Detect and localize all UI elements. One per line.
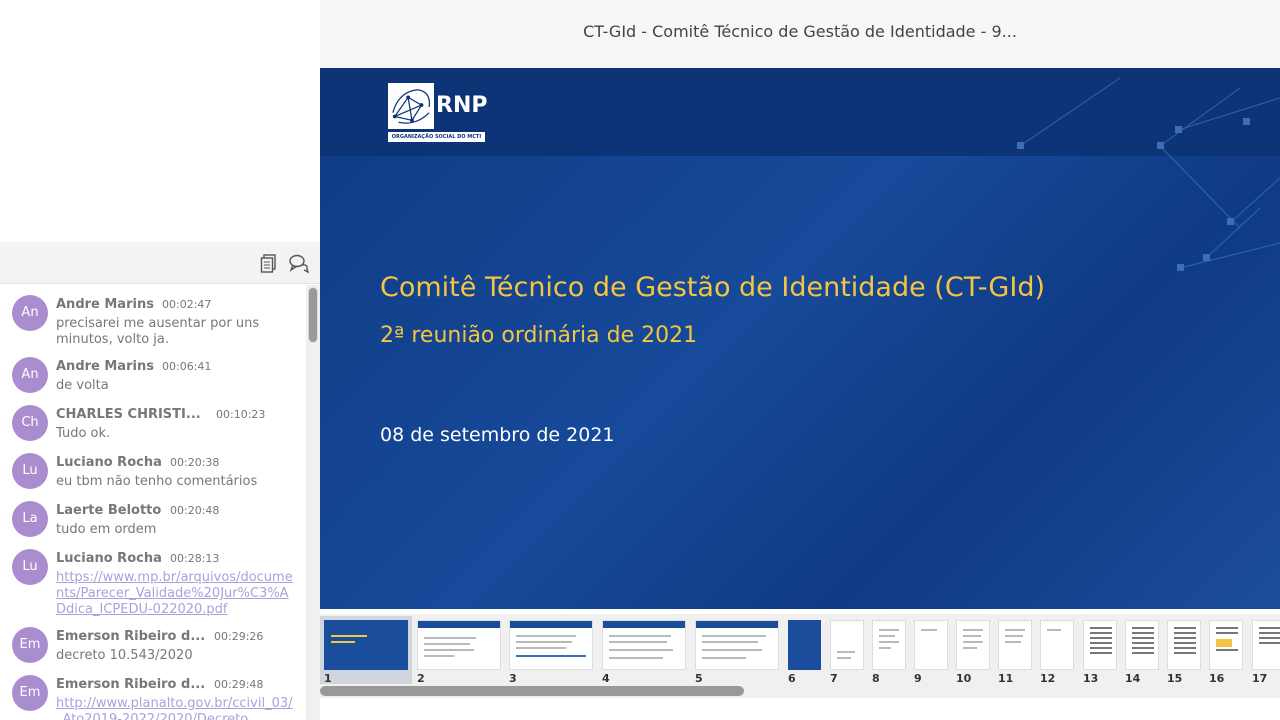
message-link[interactable]: https://www.mp.br/arquivos/documents/Par…	[56, 570, 296, 618]
slide-thumbnail[interactable]	[509, 620, 593, 670]
chat-message: Em Emerson Ribeiro d... 00:29:26 decreto…	[0, 625, 306, 669]
network-decoration-icon	[1017, 77, 1280, 271]
slide-thumbnail[interactable]	[998, 620, 1032, 670]
chat-message: La Laerte Belotto 00:20:48 tudo em ordem	[0, 499, 306, 543]
sender-name: Andre Marins	[56, 359, 154, 374]
avatar: La	[12, 501, 48, 537]
slide-subtitle: 2ª reunião ordinária de 2021	[380, 323, 698, 348]
slide-thumbnail[interactable]	[1167, 620, 1201, 670]
slide-thumbnail[interactable]	[914, 620, 948, 670]
message-time: 00:06:41	[162, 360, 212, 373]
message-time: 00:29:48	[214, 678, 264, 691]
rnp-emblem-icon	[388, 83, 434, 129]
avatar: An	[12, 357, 48, 393]
copy-icon[interactable]	[258, 252, 280, 274]
sender-name: Luciano Rocha	[56, 455, 162, 470]
sender-name: Andre Marins	[56, 297, 154, 312]
chat-scrollbar-thumb[interactable]	[308, 287, 318, 343]
app-window: An Andre Marins 00:02:47 precisarei me a…	[0, 0, 1280, 720]
chat-message: Em Emerson Ribeiro d... 00:29:48 http://…	[0, 673, 306, 720]
avatar: Lu	[12, 453, 48, 489]
slide-thumbnail[interactable]	[830, 620, 864, 670]
message-text: decreto 10.543/2020	[56, 648, 193, 663]
left-panel: An Andre Marins 00:02:47 precisarei me a…	[0, 0, 320, 720]
slide-thumbnail[interactable]	[695, 620, 779, 670]
rnp-logo: RNP ORGANIZAÇÃO SOCIAL DO MCTI	[388, 83, 488, 143]
avatar: Ch	[12, 405, 48, 441]
chat-message: An Andre Marins 00:02:47 precisarei me a…	[0, 293, 306, 351]
message-time: 00:10:23	[216, 408, 266, 421]
current-slide: RNP ORGANIZAÇÃO SOCIAL DO MCTI Comitê Té…	[320, 68, 1280, 609]
message-time: 00:28:13	[170, 552, 220, 565]
slide-thumbnail[interactable]	[324, 620, 408, 670]
slide-thumbnail[interactable]	[1083, 620, 1117, 670]
slide-thumbnail[interactable]	[872, 620, 906, 670]
thumbnail-scrollbar[interactable]	[320, 684, 1280, 698]
message-text: tudo em ordem	[56, 522, 157, 537]
slide-thumbnail[interactable]	[788, 620, 821, 670]
webcam-area	[0, 0, 320, 242]
message-time: 00:20:38	[170, 456, 220, 469]
message-link[interactable]: http://www.planalto.gov.br/ccivil_03/_At…	[56, 696, 296, 720]
chat-bubbles-icon[interactable]	[288, 252, 310, 274]
bottom-strip	[320, 698, 1280, 720]
slide-thumbnail[interactable]	[417, 620, 501, 670]
sender-name: Luciano Rocha	[56, 551, 162, 566]
avatar: Lu	[12, 549, 48, 585]
message-time: 00:29:26	[214, 630, 264, 643]
avatar: Em	[12, 627, 48, 663]
slide-thumbnail[interactable]	[1209, 620, 1243, 670]
slide-date: 08 de setembro de 2021	[380, 424, 615, 446]
logo-text: RNP	[436, 93, 488, 118]
chat-message: Lu Luciano Rocha 00:20:38 eu tbm não ten…	[0, 451, 306, 495]
sender-name: Emerson Ribeiro d...	[56, 677, 206, 692]
sender-name: Emerson Ribeiro d...	[56, 629, 206, 644]
slide-title: Comitê Técnico de Gestão de Identidade (…	[380, 272, 1045, 303]
avatar: Em	[12, 675, 48, 711]
message-text: eu tbm não tenho comentários	[56, 474, 258, 489]
message-text: precisarei me ausentar por uns minutos, …	[56, 316, 260, 347]
slide-thumbnail[interactable]	[1040, 620, 1074, 670]
chat-message: Lu Luciano Rocha 00:28:13 https://www.mp…	[0, 547, 306, 623]
chat-scrollbar[interactable]	[306, 285, 320, 720]
message-text: de volta	[56, 378, 109, 393]
chat-message: An Andre Marins 00:06:41 de volta	[0, 355, 306, 399]
presentation-title-bar: CT-GId - Comitê Técnico de Gestão de Ide…	[320, 0, 1280, 68]
presentation-title: CT-GId - Comitê Técnico de Gestão de Ide…	[583, 22, 1017, 41]
message-time: 00:20:48	[170, 504, 220, 517]
slide-thumbnail[interactable]	[956, 620, 990, 670]
chat-message: Ch CHARLES CHRISTI... 00:10:23 Tudo ok.	[0, 403, 306, 447]
slide-thumbnail[interactable]	[1125, 620, 1159, 670]
sender-name: CHARLES CHRISTI...	[56, 407, 201, 422]
thumbnail-scrollbar-thumb[interactable]	[320, 686, 744, 696]
message-text: Tudo ok.	[56, 426, 111, 441]
sender-name: Laerte Belotto	[56, 503, 162, 518]
chat-header	[0, 242, 320, 284]
slide-thumbnail[interactable]	[602, 620, 686, 670]
slide-thumbnail[interactable]	[1252, 620, 1280, 670]
avatar: An	[12, 295, 48, 331]
chat-message-list[interactable]: An Andre Marins 00:02:47 precisarei me a…	[0, 285, 306, 720]
message-time: 00:02:47	[162, 298, 212, 311]
logo-subtitle: ORGANIZAÇÃO SOCIAL DO MCTI	[388, 132, 485, 142]
